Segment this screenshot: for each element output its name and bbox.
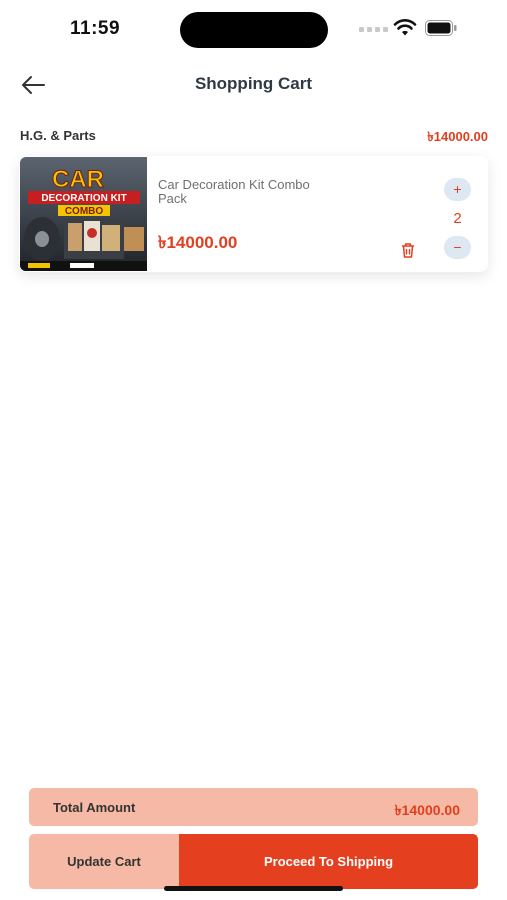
cart-item-card: CAR DECORATION KIT COMBO Car Decoration … <box>19 156 488 272</box>
status-bar: 11:59 <box>0 0 507 60</box>
update-cart-button[interactable]: Update Cart <box>29 834 179 889</box>
product-price: ৳14000.00 <box>158 233 238 252</box>
cellular-signal-icon <box>359 27 388 32</box>
decrease-quantity-button[interactable]: − <box>444 236 471 259</box>
increase-quantity-button[interactable]: + <box>444 178 471 201</box>
minus-icon: − <box>453 239 462 255</box>
product-name[interactable]: Car Decoration Kit Combo Pack <box>158 178 338 206</box>
image-text-line1: CAR <box>52 166 104 193</box>
trash-icon[interactable] <box>398 240 418 260</box>
dynamic-island <box>180 12 328 48</box>
total-amount-value: ৳14000.00 <box>394 802 460 818</box>
seller-name: H.G. & Parts <box>20 128 96 143</box>
image-text-line2: DECORATION KIT <box>41 193 126 204</box>
seller-subtotal: ৳14000.00 <box>427 129 488 144</box>
page-title: Shopping Cart <box>194 74 313 93</box>
checkout-actions: Update Cart Proceed To Shipping <box>29 834 478 889</box>
status-time: 11:59 <box>70 18 121 39</box>
proceed-to-shipping-button[interactable]: Proceed To Shipping <box>179 834 478 889</box>
total-amount-label: Total Amount <box>53 800 136 815</box>
product-image[interactable]: CAR DECORATION KIT COMBO <box>20 157 147 271</box>
product-image-graphic: CAR DECORATION KIT COMBO <box>20 157 147 271</box>
total-amount-bar: Total Amount ৳14000.00 <box>29 788 478 826</box>
quantity-value: 2 <box>453 210 462 227</box>
wifi-icon <box>393 19 417 36</box>
image-text-line3: COMBO <box>65 206 104 217</box>
plus-icon: + <box>453 181 462 197</box>
home-indicator[interactable] <box>164 886 343 891</box>
battery-icon <box>425 20 457 36</box>
